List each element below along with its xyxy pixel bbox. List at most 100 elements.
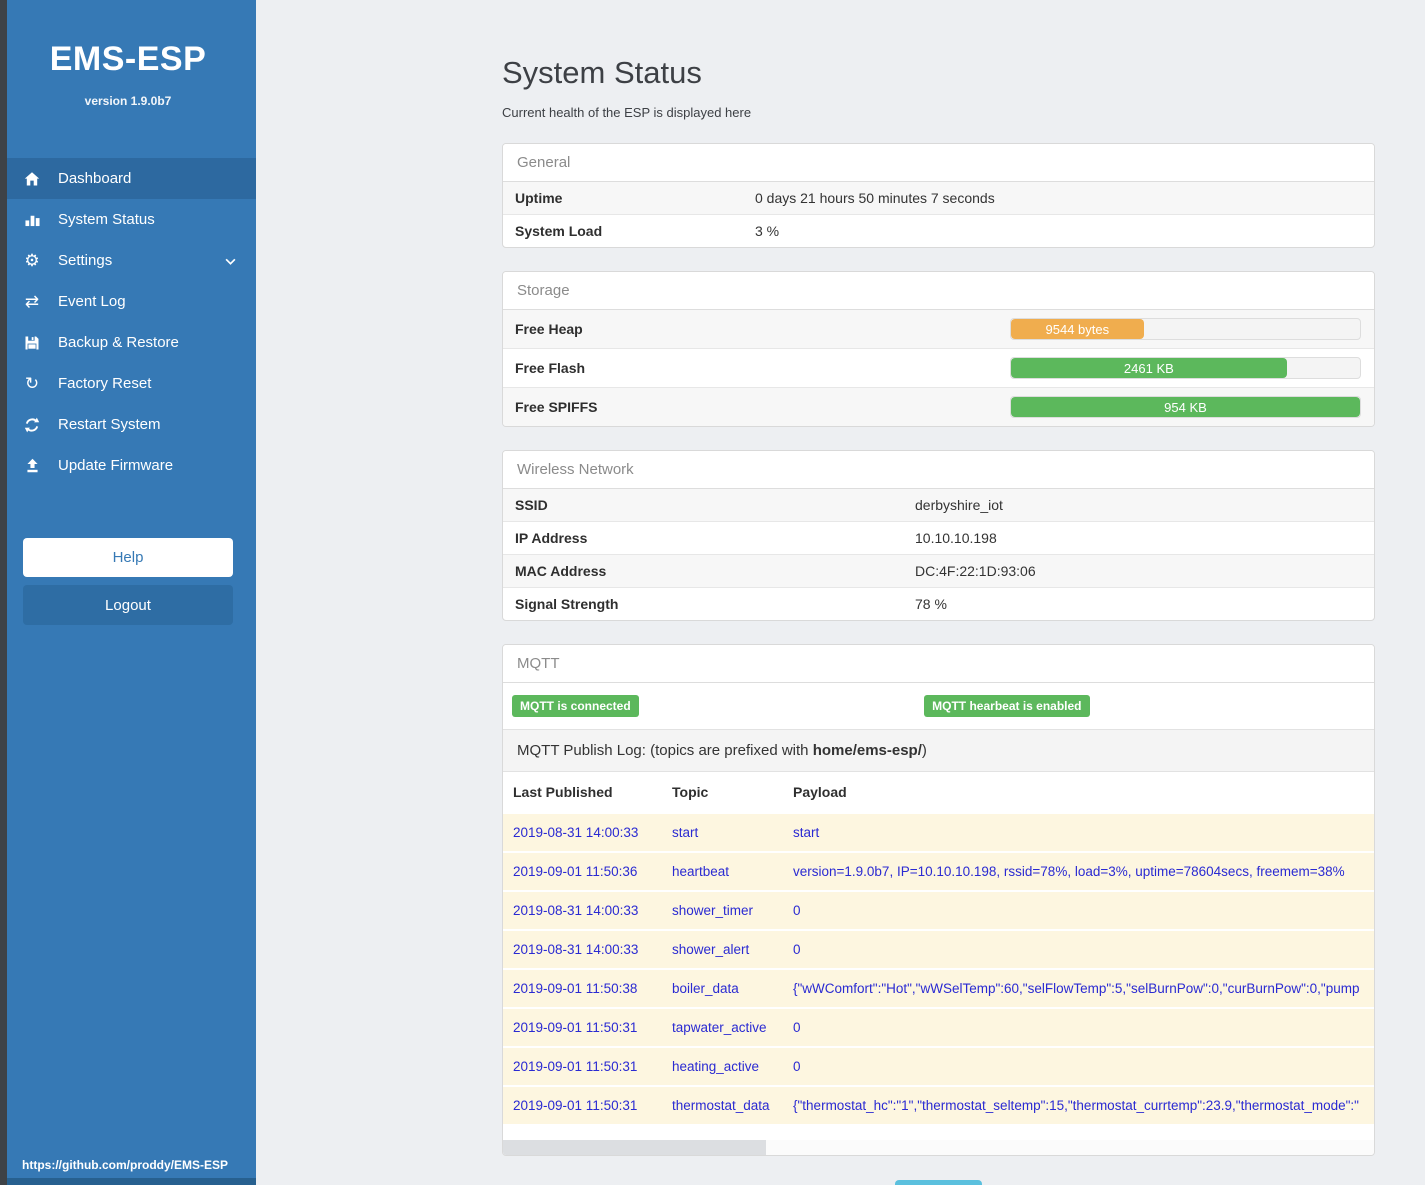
page-title: System Status [502,55,1375,91]
col-header-topic: Topic [662,772,783,813]
redo-icon: ↻ [21,375,43,393]
publish-log-prefix: MQTT Publish Log: (topics are prefixed w… [517,742,813,759]
log-cell-topic: heartbeat [662,852,783,891]
home-icon [21,170,43,188]
sidebar-item-dashboard[interactable]: Dashboard [0,158,256,199]
mac-address-label: MAC Address [515,563,915,579]
log-cell-topic: boiler_data [662,969,783,1008]
sidebar-item-label: Settings [58,252,112,269]
sidebar-item-backup-restore[interactable]: Backup & Restore [0,322,256,363]
free-flash-progress-bar: 2461 KB [1011,358,1287,378]
free-flash-progress-track: 2461 KB [1010,357,1361,379]
log-cell-payload: start [783,813,1374,852]
log-cell-topic: heating_active [662,1047,783,1086]
free-heap-label: Free Heap [515,321,1010,337]
sidebar-menu: Dashboard System Status ⚙ Settings ⇄ Eve… [0,158,256,486]
table-bottom-gap [503,1124,1374,1140]
github-link[interactable]: https://github.com/proddy/EMS-ESP [22,1158,228,1172]
storage-panel-title: Storage [503,272,1374,310]
log-row: 2019-08-31 14:00:33 shower_alert 0 [503,930,1374,969]
upload-icon [21,457,43,475]
mac-address-value: DC:4F:22:1D:93:06 [915,563,1036,579]
system-load-label: System Load [515,223,755,239]
log-cell-payload: {"thermostat_hc":"1","thermostat_seltemp… [783,1086,1374,1124]
sync-icon [21,416,43,434]
log-cell-payload: 0 [783,891,1374,930]
col-header-payload: Payload [783,772,1374,813]
save-icon [21,334,43,352]
log-row: 2019-09-01 11:50:31 heating_active 0 [503,1047,1374,1086]
horizontal-scrollbar-track[interactable] [503,1140,1374,1155]
wireless-panel-title: Wireless Network [503,451,1374,489]
mqtt-panel: MQTT MQTT is connected MQTT hearbeat is … [502,644,1375,1156]
signal-strength-value: 78 % [915,596,947,612]
log-cell-payload: version=1.9.0b7, IP=10.10.10.198, rssid=… [783,852,1374,891]
refresh-button[interactable]: Refresh [895,1180,982,1185]
mqtt-publish-log-table: Last Published Topic Payload 2019-08-31 … [503,772,1374,1124]
wireless-panel: Wireless Network SSID derbyshire_iot IP … [502,450,1375,621]
log-cell-date: 2019-09-01 11:50:31 [503,1086,662,1124]
horizontal-scrollbar-thumb[interactable] [503,1140,766,1155]
mqtt-badges-row: MQTT is connected MQTT hearbeat is enabl… [503,683,1374,729]
free-flash-row: Free Flash 2461 KB [503,348,1374,387]
general-panel-title: General [503,144,1374,182]
help-button[interactable]: Help [23,538,233,577]
sidebar-item-label: Event Log [58,293,126,310]
log-cell-topic: tapwater_active [662,1008,783,1047]
sidebar-item-system-status[interactable]: System Status [0,199,256,240]
log-row: 2019-09-01 11:50:38 boiler_data {"wWComf… [503,969,1374,1008]
log-row: 2019-09-01 11:50:36 heartbeat version=1.… [503,852,1374,891]
log-cell-date: 2019-09-01 11:50:36 [503,852,662,891]
log-row: 2019-09-01 11:50:31 thermostat_data {"th… [503,1086,1374,1124]
log-row: 2019-08-31 14:00:33 start start [503,813,1374,852]
free-spiffs-label: Free SPIFFS [515,399,1010,415]
free-spiffs-row: Free SPIFFS 954 KB [503,387,1374,426]
ip-address-row: IP Address 10.10.10.198 [503,521,1374,554]
chevron-down-icon [225,252,236,269]
ssid-label: SSID [515,497,915,513]
mqtt-panel-title: MQTT [503,645,1374,683]
storage-panel: Storage Free Heap 9544 bytes Free Flash … [502,271,1375,427]
sidebar-item-restart-system[interactable]: Restart System [0,404,256,445]
general-panel: General Uptime 0 days 21 hours 50 minute… [502,143,1375,248]
app-version: version 1.9.0b7 [0,94,256,108]
log-cell-date: 2019-08-31 14:00:33 [503,930,662,969]
sidebar-item-factory-reset[interactable]: ↻ Factory Reset [0,363,256,404]
publish-log-suffix: ) [922,742,927,759]
log-row: 2019-08-31 14:00:33 shower_timer 0 [503,891,1374,930]
sidebar-item-label: Dashboard [58,170,131,187]
free-flash-label: Free Flash [515,360,1010,376]
ssid-value: derbyshire_iot [915,497,1003,513]
logout-button[interactable]: Logout [23,585,233,625]
sidebar-item-label: Backup & Restore [58,334,179,351]
sidebar-item-update-firmware[interactable]: Update Firmware [0,445,256,486]
mqtt-connected-badge: MQTT is connected [512,695,639,717]
log-cell-topic: thermostat_data [662,1086,783,1124]
exchange-icon: ⇄ [21,293,43,311]
log-row: 2019-09-01 11:50:31 tapwater_active 0 [503,1008,1374,1047]
free-heap-progress-bar: 9544 bytes [1011,319,1144,339]
mqtt-publish-log-caption: MQTT Publish Log: (topics are prefixed w… [503,729,1374,772]
log-cell-date: 2019-09-01 11:50:31 [503,1008,662,1047]
mac-address-row: MAC Address DC:4F:22:1D:93:06 [503,554,1374,587]
sidebar-item-label: Update Firmware [58,457,173,474]
sidebar-item-settings[interactable]: ⚙ Settings [0,240,256,281]
sidebar-item-label: System Status [58,211,155,228]
gear-icon: ⚙ [21,252,43,270]
free-spiffs-progress-bar: 954 KB [1011,397,1360,417]
brand: EMS-ESP version 1.9.0b7 [0,0,256,108]
app-window: EMS-ESP version 1.9.0b7 Dashboard System… [0,0,1425,1185]
free-heap-row: Free Heap 9544 bytes [503,310,1374,348]
page-subtitle: Current health of the ESP is displayed h… [502,105,1375,120]
system-load-row: System Load 3 % [503,214,1374,247]
sidebar-footer-strip [0,1178,256,1185]
levels-icon [21,211,43,229]
ip-address-value: 10.10.10.198 [915,530,997,546]
sidebar-item-event-log[interactable]: ⇄ Event Log [0,281,256,322]
log-cell-payload: 0 [783,930,1374,969]
log-cell-date: 2019-09-01 11:50:31 [503,1047,662,1086]
signal-strength-row: Signal Strength 78 % [503,587,1374,620]
sidebar-item-label: Restart System [58,416,161,433]
log-cell-topic: shower_alert [662,930,783,969]
ssid-row: SSID derbyshire_iot [503,489,1374,521]
